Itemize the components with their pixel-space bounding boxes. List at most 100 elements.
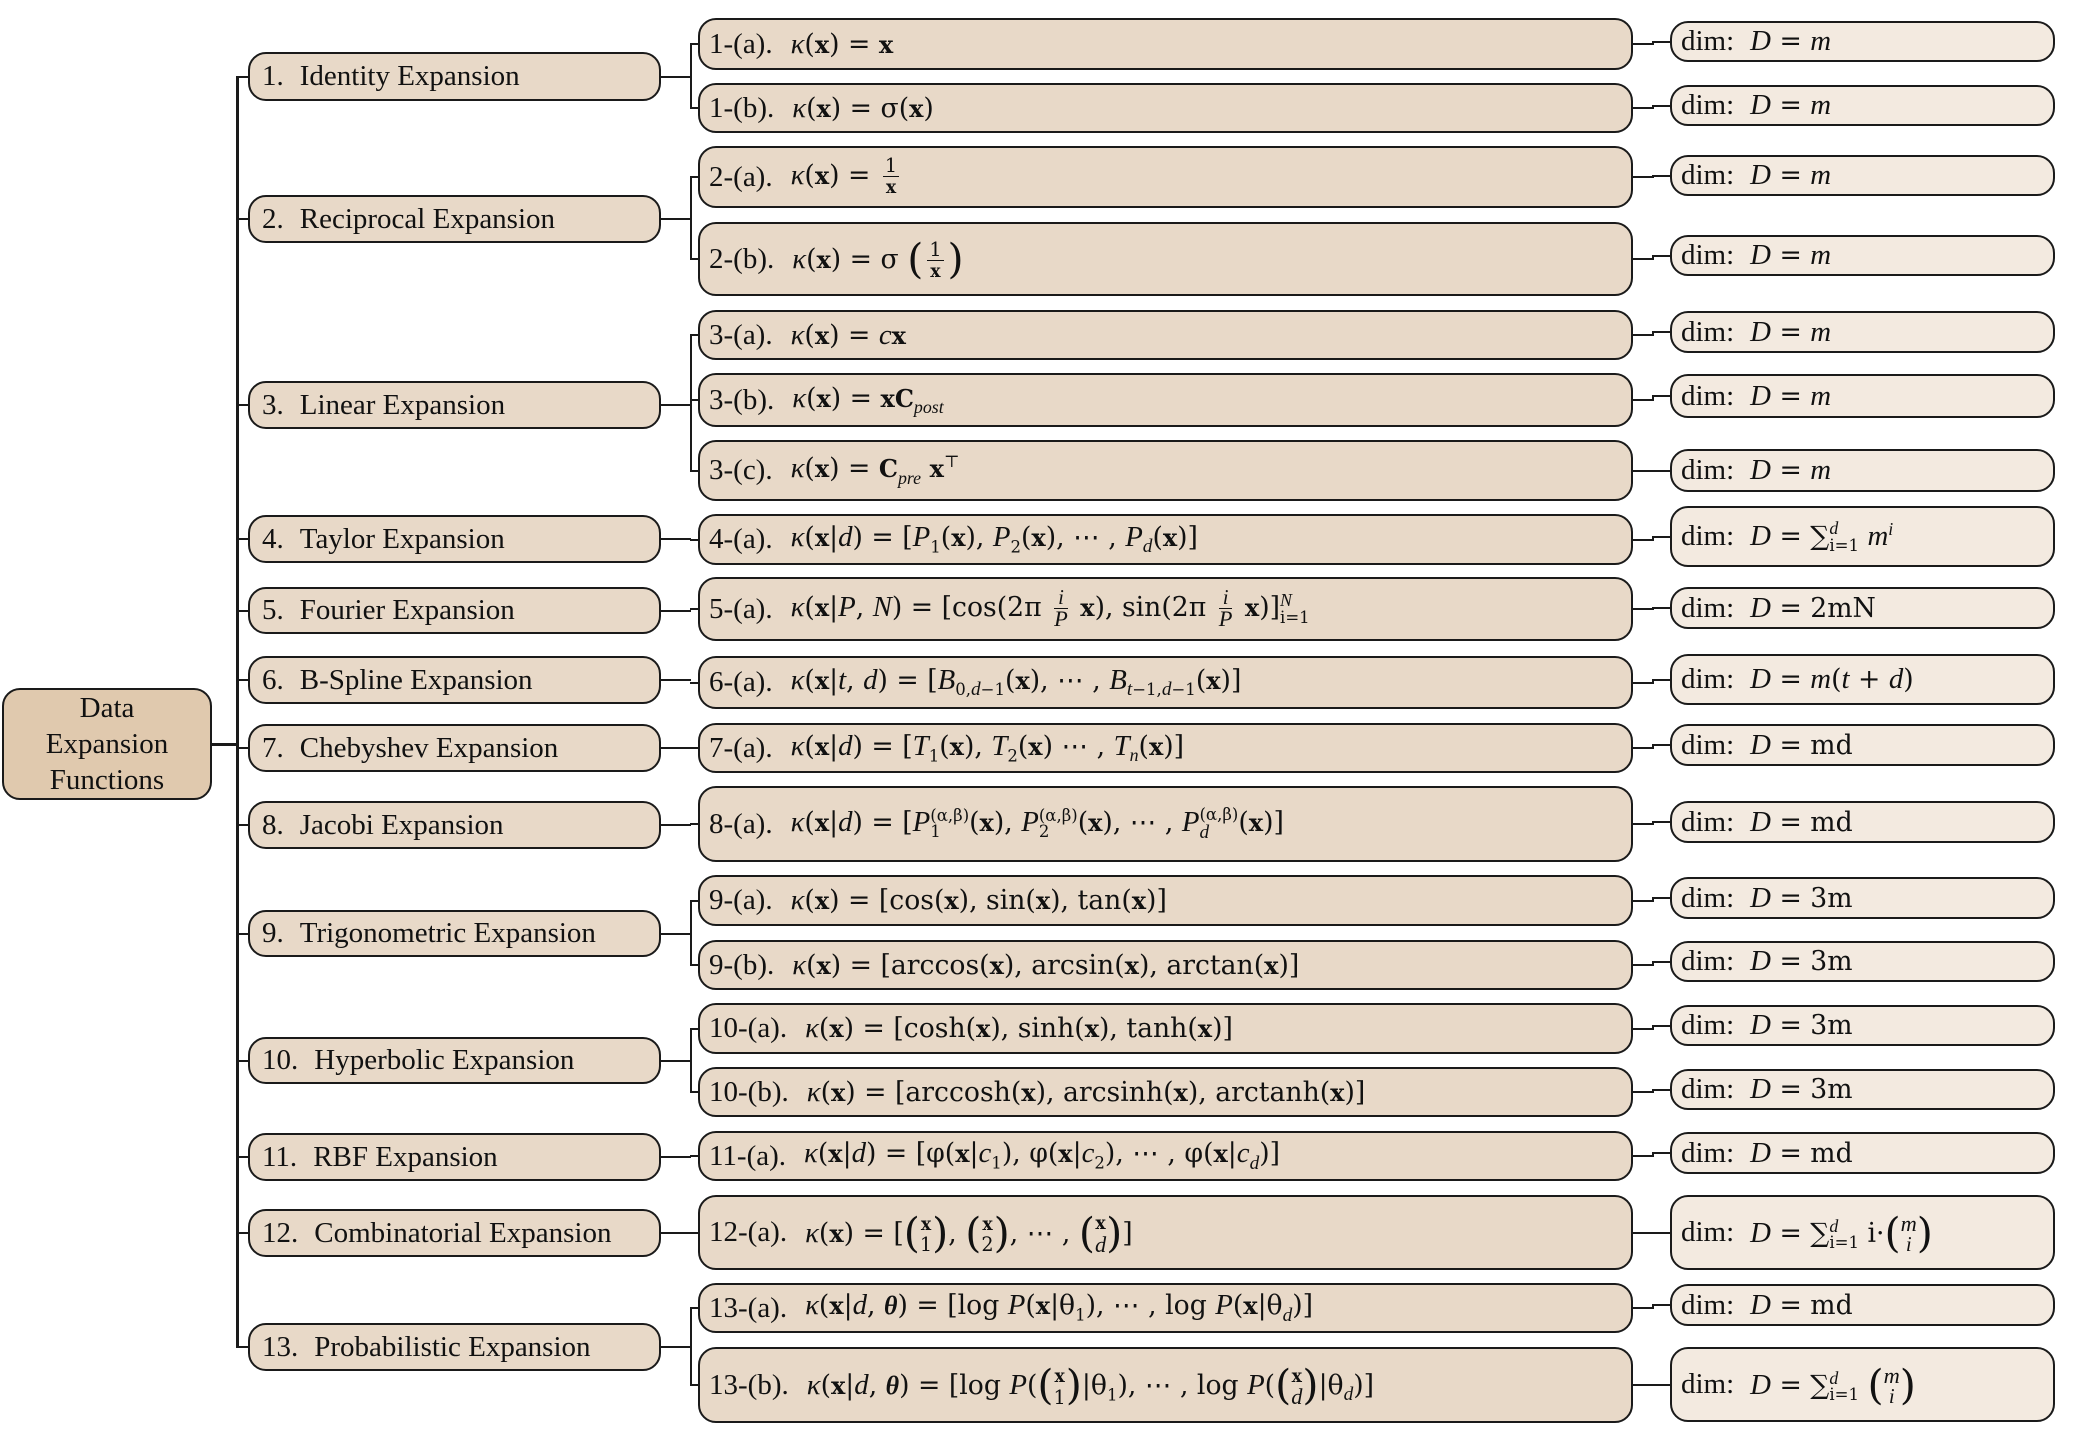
category-node[interactable]: 1. Identity Expansion <box>248 52 661 101</box>
dimension-node[interactable]: dim: D = 2mN <box>1670 587 2055 629</box>
category-label: RBF Expansion <box>313 1140 498 1173</box>
category-node[interactable]: 8. Jacobi Expansion <box>248 801 661 849</box>
dimension-node[interactable]: dim: D = md <box>1670 724 2055 766</box>
dimension-node[interactable]: dim: D = 3m <box>1670 1005 2055 1046</box>
fork-line <box>690 177 692 259</box>
dimension-node[interactable]: dim: D = md <box>1670 1284 2055 1326</box>
formula-node[interactable]: 6-(a). κ(x|t, d) = [B0,d−1(x), ⋯ , Bt−1,d… <box>698 656 1633 709</box>
dim-connector <box>1633 1091 1652 1093</box>
formula-tag: 10-(a). <box>709 1012 788 1044</box>
dim-connector <box>1633 1307 1652 1309</box>
formula-node[interactable]: 12-(a). κ(x) = [(x 1), (x 2), ⋯ , (x d)] <box>698 1195 1633 1270</box>
formula-node[interactable]: 3-(c). κ(x) = Cpre x⊤ <box>698 440 1633 501</box>
category-number: 12. <box>262 1216 299 1249</box>
formula-tag: 4-(a). <box>709 523 773 555</box>
dim-prefix: dim: <box>1681 159 1735 191</box>
formula-expression: κ(x) = cx <box>790 318 906 351</box>
dimension-node[interactable]: dim: D = md <box>1670 801 2055 843</box>
formula-node[interactable]: 10-(b). κ(x) = [arccosh(x), arcsinh(x), a… <box>698 1067 1633 1117</box>
category-label: Taylor Expansion <box>299 522 505 555</box>
dim-prefix: dim: <box>1681 1368 1735 1400</box>
dim-connector <box>1651 255 1670 257</box>
category-connector <box>661 824 691 826</box>
dimension-node[interactable]: dim: D = m <box>1670 449 2055 492</box>
category-connector <box>661 1232 691 1234</box>
formula-node[interactable]: 1-(a). κ(x) = x <box>698 18 1633 70</box>
category-connector <box>661 404 691 406</box>
category-number: 4. <box>262 522 284 555</box>
dim-connector <box>1651 41 1670 43</box>
formula-tag: 12-(a). <box>709 1216 788 1248</box>
formula-node[interactable]: 11-(a). κ(x|d) = [φ(x|c1), φ(x|c2), ⋯ , φ… <box>698 1131 1633 1181</box>
category-node[interactable]: 9. Trigonometric Expansion <box>248 910 661 957</box>
formula-node[interactable]: 9-(a). κ(x) = [cos(x), sin(x), tan(x)] <box>698 875 1633 926</box>
category-number: 8. <box>262 808 284 841</box>
category-node[interactable]: 12. Combinatorial Expansion <box>248 1209 661 1257</box>
dimension-node[interactable]: dim: D = 3m <box>1670 877 2055 919</box>
dimension-node[interactable]: dim: D = md <box>1670 1132 2055 1174</box>
dimension-node[interactable]: dim: D = m <box>1670 311 2055 353</box>
formula-node[interactable]: 3-(a). κ(x) = cx <box>698 310 1633 360</box>
dimension-node[interactable]: dim: D = 3m <box>1670 1069 2055 1110</box>
dim-expression: D = md <box>1750 805 1853 838</box>
dim-connector <box>1633 1384 1652 1386</box>
category-node[interactable]: 11. RBF Expansion <box>248 1133 661 1181</box>
dim-expression: D = 3m <box>1750 1009 1853 1041</box>
item-connector <box>690 258 698 260</box>
category-node[interactable]: 10. Hyperbolic Expansion <box>248 1037 661 1084</box>
dim-expression: D = ∑ d i=1 i·(m i) <box>1750 1208 1933 1257</box>
formula-node[interactable]: 1-(b). κ(x) = σ(x) <box>698 83 1633 133</box>
dim-connector <box>1651 1232 1670 1234</box>
formula-node[interactable]: 2-(b). κ(x) = σ (1 x) <box>698 222 1633 296</box>
dimension-node[interactable]: dim: D = m <box>1670 374 2055 418</box>
formula-node[interactable]: 9-(b). κ(x) = [arccos(x), arcsin(x), arct… <box>698 940 1633 990</box>
dimension-node[interactable]: dim: D = m <box>1670 21 2055 62</box>
dim-expression: D = 3m <box>1750 945 1853 977</box>
formula-node[interactable]: 2-(a). κ(x) = 1x <box>698 146 1633 208</box>
dim-connector <box>1651 331 1670 333</box>
category-node[interactable]: 5. Fourier Expansion <box>248 587 661 634</box>
dim-connector <box>1633 682 1652 684</box>
formula-tag: 9-(b). <box>709 948 775 981</box>
category-node[interactable]: 2. Reciprocal Expansion <box>248 195 661 243</box>
dim-connector <box>1633 747 1652 749</box>
item-connector <box>690 823 698 825</box>
formula-tag: 2-(b). <box>709 242 775 275</box>
dimension-node[interactable]: dim: D = ∑ d i=1 (m i) <box>1670 1347 2055 1422</box>
formula-expression: κ(x) = [cosh(x), sinh(x), tanh(x)] <box>805 1012 1233 1044</box>
category-label: Fourier Expansion <box>299 594 515 626</box>
formula-node[interactable]: 5-(a). κ(x|P, N) = [cos(2π iP x), sin(2π … <box>698 577 1633 641</box>
dim-connector <box>1633 1028 1652 1030</box>
formula-tag: 1-(b). <box>709 91 775 124</box>
dimension-node[interactable]: dim: D = ∑ d i=1 i·(m i) <box>1670 1195 2055 1270</box>
dimension-node[interactable]: dim: D = m <box>1670 85 2055 126</box>
dimension-node[interactable]: dim: D = m <box>1670 155 2055 196</box>
formula-node[interactable]: 13-(b). κ(x|d, θ) = [log P((x 1)|θ1), ⋯ , … <box>698 1347 1633 1423</box>
category-node[interactable]: 13. Probabilistic Expansion <box>248 1323 661 1371</box>
dimension-node[interactable]: dim: D = 3m <box>1670 941 2055 982</box>
formula-node[interactable]: 4-(a). κ(x|d) = [P1(x), P2(x), ⋯ , Pd(x)] <box>698 514 1633 565</box>
formula-node[interactable]: 3-(b). κ(x) = xCpost <box>698 373 1633 427</box>
dim-expression: D = 3m <box>1750 881 1853 914</box>
formula-node[interactable]: 13-(a). κ(x|d, θ) = [log P(x|θ1), ⋯ , log… <box>698 1283 1633 1333</box>
dim-expression: D = md <box>1750 728 1853 761</box>
dim-prefix: dim: <box>1681 591 1735 624</box>
dimension-node[interactable]: dim: D = m <box>1670 235 2055 276</box>
category-node[interactable]: 7. Chebyshev Expansion <box>248 724 661 772</box>
category-connector <box>661 679 691 681</box>
formula-node[interactable]: 8-(a). κ(x|d) = [P (α,β) 1 (x), P (α,β) 2 (x), … <box>698 786 1633 862</box>
dimension-node[interactable]: dim: D = m(t + d) <box>1670 654 2055 705</box>
dim-connector <box>1651 470 1670 472</box>
formula-node[interactable]: 7-(a). κ(x|d) = [T1(x), T2(x) ⋯ , Tn(x)] <box>698 723 1633 773</box>
item-connector <box>690 470 698 472</box>
category-node[interactable]: 4. Taylor Expansion <box>248 515 661 563</box>
category-node[interactable]: 3. Linear Expansion <box>248 381 661 429</box>
dimension-node[interactable]: dim: D = ∑ d i=1 mi <box>1670 506 2055 567</box>
dim-connector <box>1651 1384 1670 1386</box>
formula-node[interactable]: 10-(a). κ(x) = [cosh(x), sinh(x), tanh(x)… <box>698 1003 1633 1054</box>
category-number: 6. <box>262 663 284 696</box>
item-connector <box>690 399 698 401</box>
category-node[interactable]: 6. B-Spline Expansion <box>248 656 661 704</box>
category-label: Trigonometric Expansion <box>299 917 596 949</box>
formula-tag: 1-(a). <box>709 27 773 60</box>
